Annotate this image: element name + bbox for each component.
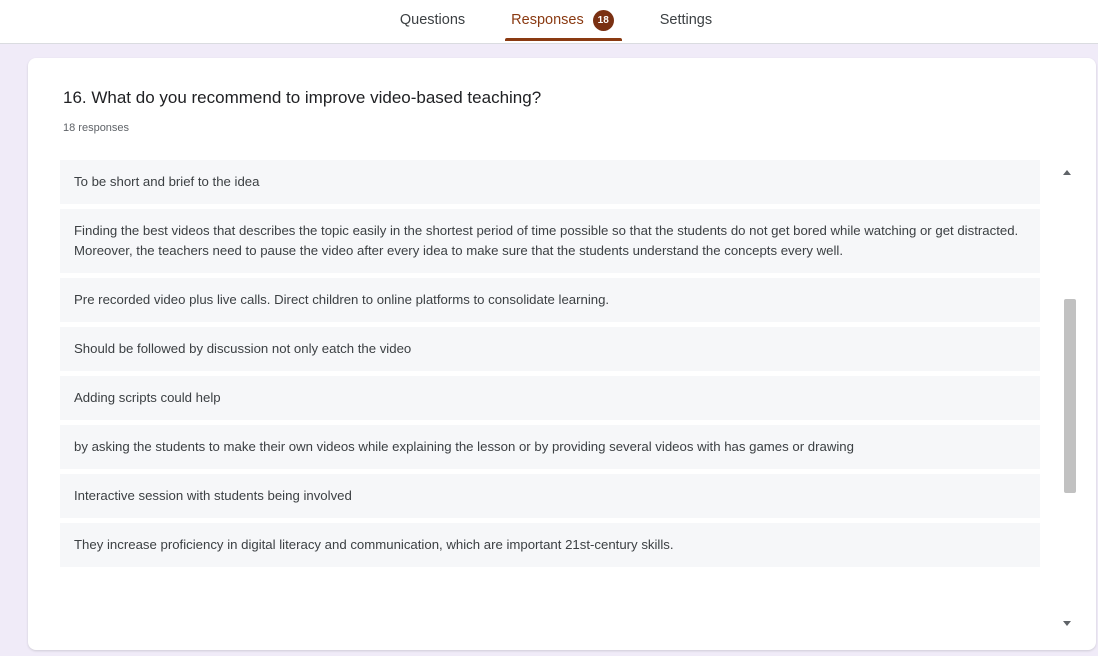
question-title: 16. What do you recommend to improve vid… [63, 88, 542, 107]
scrollbar-thumb[interactable] [1064, 299, 1076, 493]
response-count: 18 responses [63, 122, 130, 134]
responses-count-badge: 18 [592, 9, 614, 31]
tab-questions-label: Questions [399, 12, 466, 28]
tab-responses-label: Responses [511, 12, 584, 28]
scroll-up-arrow-icon[interactable] [1063, 170, 1071, 175]
tab-settings-label: Settings [659, 12, 713, 28]
response-item: They increase proficiency in digital lit… [60, 523, 1040, 567]
response-item: To be short and brief to the idea [60, 160, 1040, 204]
response-list[interactable]: To be short and brief to the idea Findin… [60, 160, 1040, 632]
response-item: Pre recorded video plus live calls. Dire… [60, 278, 1040, 322]
response-item: Interactive session with students being … [60, 474, 1040, 518]
response-item: Finding the best videos that describes t… [60, 209, 1040, 273]
response-item: Should be followed by discussion not onl… [60, 327, 1040, 371]
tab-questions[interactable]: Questions [396, 0, 469, 40]
tab-settings[interactable]: Settings [656, 0, 716, 40]
question-response-card: 16. What do you recommend to improve vid… [28, 58, 1096, 650]
response-item: Adding scripts could help [60, 376, 1040, 420]
scroll-down-arrow-icon[interactable] [1063, 621, 1071, 626]
response-list-scrollbar[interactable] [1056, 162, 1078, 632]
response-item: by asking the students to make their own… [60, 425, 1040, 469]
tab-bar: Questions Responses 18 Settings [0, 0, 1098, 44]
top-bar: Questions Responses 18 Settings [0, 0, 1098, 44]
tab-responses[interactable]: Responses 18 [505, 0, 622, 41]
